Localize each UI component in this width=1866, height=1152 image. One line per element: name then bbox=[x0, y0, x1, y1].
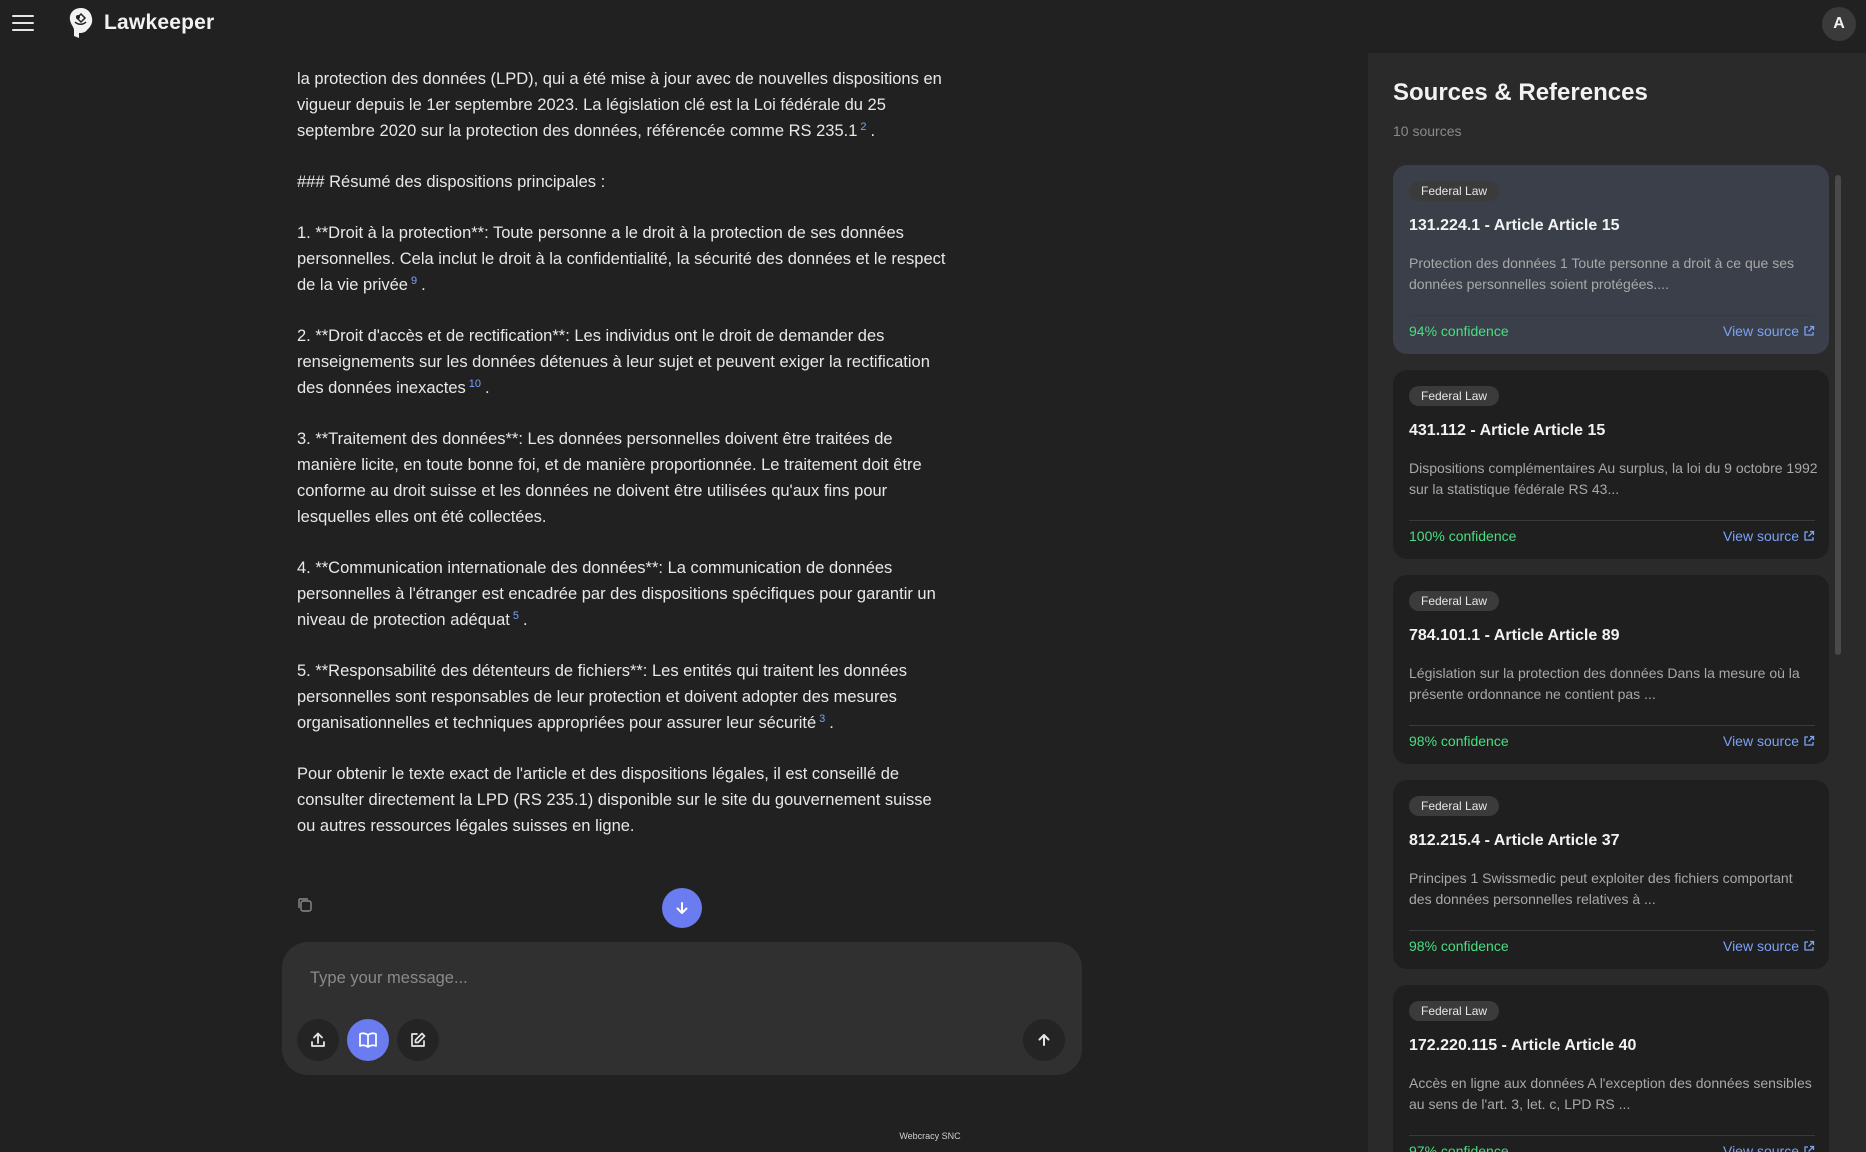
paragraph-punctuation: . bbox=[829, 714, 834, 732]
paragraph-text: Pour obtenir le texte exact de l'article… bbox=[297, 765, 932, 835]
paragraph-text: 2. **Droit d'accès et de rectification**… bbox=[297, 327, 930, 397]
card-divider bbox=[1409, 315, 1815, 316]
message-paragraph: la protection des données (LPD), qui a é… bbox=[297, 66, 947, 144]
send-button[interactable] bbox=[1023, 1019, 1065, 1061]
source-card[interactable]: Federal Law 812.215.4 - Article Article 3… bbox=[1393, 780, 1829, 969]
view-source-link[interactable]: View source bbox=[1723, 528, 1815, 544]
source-type-badge: Federal Law bbox=[1409, 181, 1500, 201]
card-divider bbox=[1409, 930, 1815, 931]
message-paragraph: 3. **Traitement des données**: Les donné… bbox=[297, 426, 947, 530]
citation-ref-link[interactable]: 9 bbox=[411, 275, 417, 287]
citation-ref-link[interactable]: 2 bbox=[860, 121, 866, 133]
source-card[interactable]: Federal Law 784.101.1 - Article Article 8… bbox=[1393, 575, 1829, 764]
paragraph-text: 4. **Communication internationale des do… bbox=[297, 559, 936, 629]
confidence-score: 97% confidence bbox=[1409, 1143, 1509, 1152]
card-divider bbox=[1409, 520, 1815, 521]
sources-title: Sources & References bbox=[1393, 79, 1648, 106]
view-source-link[interactable]: View source bbox=[1723, 733, 1815, 749]
sources-panel: Sources & References 10 sources Federal … bbox=[1368, 53, 1866, 1152]
top-bar: Lawkeeper A bbox=[0, 0, 1866, 48]
source-title: 431.112 - Article Article 15 bbox=[1409, 422, 1606, 439]
arrow-down-icon bbox=[676, 902, 688, 914]
brand[interactable]: Lawkeeper bbox=[66, 6, 214, 40]
sources-count: 10 sources bbox=[1393, 123, 1462, 139]
paragraph-text: 3. **Traitement des données**: Les donné… bbox=[297, 430, 922, 526]
card-divider bbox=[1409, 725, 1815, 726]
copy-icon[interactable] bbox=[297, 897, 313, 913]
upload-icon bbox=[311, 1032, 325, 1047]
source-title: 131.224.1 - Article Article 15 bbox=[1409, 217, 1620, 234]
paragraph-punctuation: . bbox=[522, 611, 528, 629]
sources-toggle-button[interactable] bbox=[347, 1019, 389, 1061]
view-source-link[interactable]: View source bbox=[1723, 938, 1815, 954]
view-source-label: View source bbox=[1722, 528, 1799, 544]
view-source-label: View source bbox=[1722, 938, 1799, 954]
message-input[interactable] bbox=[310, 962, 1010, 994]
edit-icon bbox=[411, 1032, 426, 1047]
message-paragraph: Pour obtenir le texte exact de l'article… bbox=[297, 761, 947, 839]
paragraph-punctuation: . bbox=[870, 122, 876, 140]
message-composer bbox=[282, 942, 1082, 1075]
source-card[interactable]: Federal Law 131.224.1 - Article Article 1… bbox=[1393, 165, 1829, 354]
message-paragraph: 4. **Communication internationale des do… bbox=[297, 555, 947, 633]
source-type-badge: Federal Law bbox=[1409, 591, 1500, 611]
confidence-score: 98% confidence bbox=[1409, 733, 1509, 749]
avatar[interactable]: A bbox=[1822, 7, 1856, 41]
confidence-score: 100% confidence bbox=[1409, 528, 1517, 544]
source-card[interactable]: Federal Law 431.112 - Article Article 15 D… bbox=[1393, 370, 1829, 559]
message-paragraph: 2. **Droit d'accès et de rectification**… bbox=[297, 323, 947, 401]
external-link-icon bbox=[1804, 940, 1815, 951]
source-title: 784.101.1 - Article Article 89 bbox=[1409, 627, 1620, 644]
source-excerpt: Principes 1 Swissmedic peut exploiter de… bbox=[1409, 870, 1793, 907]
source-excerpt: Dispositions complémentaires Au surplus,… bbox=[1409, 460, 1818, 497]
hamburger-menu-icon[interactable] bbox=[12, 12, 34, 34]
sources-scrollbar[interactable] bbox=[1833, 165, 1843, 1152]
arrow-up-icon bbox=[1038, 1034, 1050, 1046]
view-source-label: View source bbox=[1722, 733, 1799, 749]
app-name: Lawkeeper bbox=[104, 11, 215, 34]
message-paragraph: 5. **Responsabilité des détenteurs de fi… bbox=[297, 658, 947, 736]
source-title: 812.215.4 - Article Article 37 bbox=[1409, 832, 1620, 849]
confidence-score: 98% confidence bbox=[1409, 938, 1509, 954]
paragraph-text: 1. **Droit à la protection**: Toute pers… bbox=[297, 224, 946, 294]
source-excerpt: Accès en ligne aux données A l'exception… bbox=[1409, 1075, 1812, 1112]
citation-ref-link[interactable]: 10 bbox=[469, 378, 481, 390]
message-paragraph: ### Résumé des dispositions principales … bbox=[297, 169, 947, 195]
paragraph-punctuation: . bbox=[421, 276, 426, 294]
card-divider bbox=[1409, 1135, 1815, 1136]
citation-ref-link[interactable]: 5 bbox=[513, 610, 519, 622]
sources-list: Federal Law 131.224.1 - Article Article 1… bbox=[1393, 165, 1829, 1152]
assistant-message: la protection des données (LPD), qui a é… bbox=[297, 66, 947, 864]
sources-scrollbar-thumb[interactable] bbox=[1835, 175, 1841, 655]
paragraph-text: ### Résumé des dispositions principales … bbox=[297, 173, 606, 191]
source-title: 172.220.115 - Article Article 40 bbox=[1409, 1037, 1637, 1054]
view-source-link[interactable]: View source bbox=[1723, 1143, 1815, 1152]
external-link-icon bbox=[1804, 325, 1815, 336]
paragraph-text: la protection des données (LPD), qui a é… bbox=[297, 70, 942, 140]
scroll-down-button[interactable] bbox=[662, 888, 702, 928]
external-link-icon bbox=[1804, 735, 1815, 746]
book-open-icon bbox=[359, 1032, 377, 1048]
source-excerpt: Protection des données 1 Toute personne … bbox=[1409, 255, 1795, 292]
lawkeeper-logo-icon bbox=[69, 8, 93, 38]
external-link-icon bbox=[1804, 530, 1815, 541]
confidence-score: 94% confidence bbox=[1409, 323, 1509, 339]
source-type-badge: Federal Law bbox=[1409, 1001, 1500, 1021]
paragraph-text: 5. **Responsabilité des détenteurs de fi… bbox=[297, 662, 907, 732]
source-excerpt: Législation sur la protection des donnée… bbox=[1409, 665, 1800, 702]
view-source-label: View source bbox=[1722, 323, 1799, 339]
paragraph-punctuation: . bbox=[485, 379, 490, 397]
edit-button[interactable] bbox=[397, 1019, 439, 1061]
source-type-badge: Federal Law bbox=[1409, 386, 1500, 406]
message-paragraph: 1. **Droit à la protection**: Toute pers… bbox=[297, 220, 947, 298]
citation-ref-link[interactable]: 3 bbox=[819, 713, 825, 725]
upload-button[interactable] bbox=[297, 1019, 339, 1061]
view-source-label: View source bbox=[1722, 1143, 1799, 1152]
view-source-link[interactable]: View source bbox=[1723, 323, 1815, 339]
external-link-icon bbox=[1804, 1145, 1815, 1152]
source-card[interactable]: Federal Law 172.220.115 - Article Article… bbox=[1393, 985, 1829, 1152]
footer-credit: Webcracy SNC bbox=[899, 1131, 961, 1141]
source-type-badge: Federal Law bbox=[1409, 796, 1500, 816]
